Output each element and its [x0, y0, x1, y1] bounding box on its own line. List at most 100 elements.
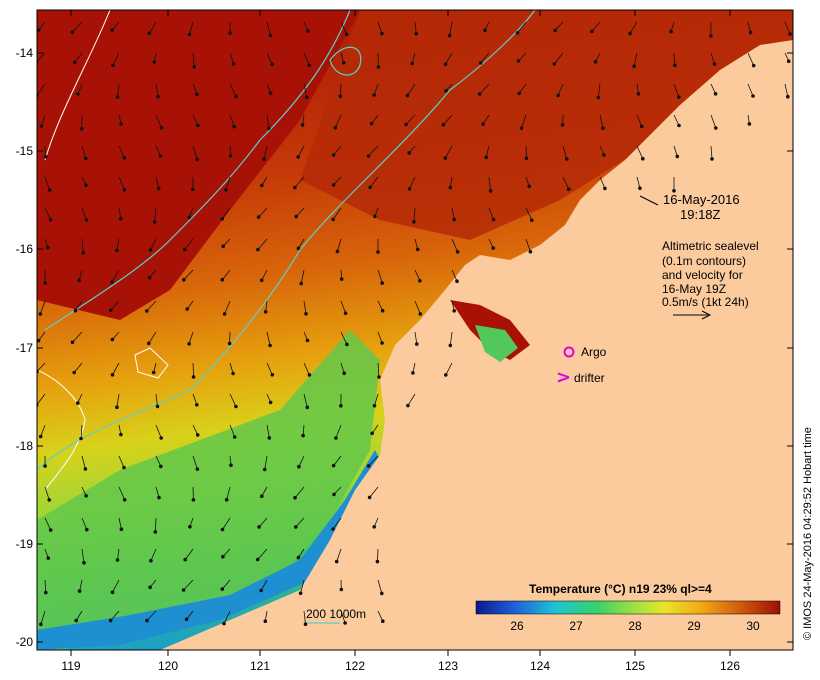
legend-line-1: Altimetric sealevel: [662, 239, 759, 253]
velocity-vector-head: [267, 436, 272, 440]
velocity-vector-head: [407, 187, 412, 191]
velocity-vector-head: [183, 557, 188, 562]
velocity-vector-head: [332, 492, 336, 497]
velocity-vector-head: [380, 341, 384, 345]
velocity-vector-head: [786, 59, 791, 63]
velocity-vector-head: [517, 91, 521, 96]
velocity-vector-head: [491, 217, 496, 222]
velocity-vector-head: [76, 92, 80, 96]
velocity-vector-head: [268, 343, 272, 348]
velocity-vector-head: [564, 157, 569, 161]
velocity-vector-head: [156, 94, 160, 99]
legend-line-3: and velocity for: [662, 268, 743, 282]
velocity-vector-head: [79, 127, 84, 131]
velocity-vector-head: [366, 154, 371, 158]
velocity-vector-head: [334, 559, 339, 564]
velocity-vector-head: [259, 278, 264, 283]
velocity-vector-head: [257, 525, 261, 529]
velocity-vector-head: [122, 156, 127, 160]
velocity-vector-head: [377, 375, 381, 379]
velocity-vector-head: [147, 341, 151, 346]
velocity-vector-head: [477, 92, 482, 96]
velocity-vector-head: [119, 432, 123, 437]
colorbar-tick-27: 27: [569, 619, 583, 633]
velocity-vector-head: [185, 307, 190, 311]
velocity-vector-head: [339, 403, 343, 408]
velocity-vector-head: [304, 311, 308, 316]
velocity-vector-head: [710, 157, 714, 161]
velocity-vector-head: [153, 530, 158, 534]
velocity-vector-head: [368, 185, 372, 190]
velocity-vector-head: [414, 342, 419, 346]
velocity-vector-head: [301, 433, 305, 438]
velocity-vector-head: [115, 248, 119, 253]
velocity-vector-head: [331, 183, 336, 187]
y-tick-17: -17: [16, 341, 34, 355]
velocity-vector-head: [305, 405, 310, 410]
velocity-vector-head: [556, 93, 560, 98]
velocity-vector-head: [48, 528, 53, 532]
velocity-vector-head: [220, 277, 225, 282]
velocity-vector-head: [151, 370, 156, 375]
velocity-vector-head: [603, 186, 607, 191]
velocity-vector-head: [483, 28, 487, 33]
velocity-vector-head: [375, 559, 380, 564]
velocity-vector-head: [443, 62, 448, 67]
velocity-vector-head: [231, 62, 236, 66]
velocity-vector-head: [334, 436, 338, 440]
velocity-vector-head: [48, 218, 53, 222]
bathy-scale-label: 200 1000m: [306, 607, 366, 621]
velocity-vector-head: [43, 154, 48, 159]
velocity-vector-head: [297, 464, 301, 469]
velocity-vector-head: [590, 29, 594, 34]
velocity-vector-head: [195, 157, 199, 162]
velocity-vector-head: [552, 62, 557, 66]
velocity-vector-head: [43, 281, 47, 285]
velocity-vector-head: [602, 153, 606, 157]
velocity-vector-head: [38, 434, 43, 439]
velocity-vector-head: [296, 246, 301, 251]
velocity-vector-head: [158, 154, 163, 158]
velocity-vector-head: [188, 524, 192, 529]
velocity-vector-head: [39, 622, 43, 627]
legend-line-4: 16-May 19Z: [662, 282, 726, 296]
velocity-vector-head: [478, 61, 483, 65]
legend-line-2: (0.1m contours): [662, 254, 746, 268]
velocity-vector-head: [191, 375, 196, 379]
velocity-vector-head: [638, 186, 642, 191]
velocity-vector-head: [222, 312, 227, 316]
velocity-vector-head: [195, 433, 200, 437]
date-label: 16-May-2016: [663, 192, 740, 207]
velocity-vector-head: [85, 527, 89, 532]
velocity-vector-head: [677, 123, 681, 128]
velocity-vector-head: [636, 92, 641, 96]
velocity-vector-head: [298, 591, 303, 595]
colorbar-title: Temperature (°C) n19 23% ql>=4: [529, 582, 712, 596]
velocity-vector-head: [293, 525, 298, 529]
velocity-vector-head: [46, 556, 51, 560]
velocity-vector-head: [195, 92, 199, 96]
velocity-vector-head: [255, 557, 260, 562]
velocity-vector-head: [527, 184, 531, 189]
velocity-vector-head: [455, 250, 460, 254]
velocity-vector-head: [159, 464, 163, 469]
velocity-vector-head: [713, 92, 718, 96]
velocity-vector-head: [560, 123, 565, 127]
velocity-vector-head: [747, 122, 752, 126]
velocity-vector-head: [333, 126, 338, 130]
velocity-vector-head: [83, 467, 88, 471]
velocity-vector-head: [481, 122, 485, 126]
velocity-vector-head: [222, 621, 226, 626]
velocity-vector-head: [229, 463, 233, 468]
velocity-vector-head: [529, 218, 534, 223]
velocity-vector-head: [73, 308, 78, 313]
velocity-vector: [525, 145, 527, 159]
velocity-vector-head: [404, 122, 408, 127]
velocity-vector-head: [370, 431, 375, 436]
velocity-vector-head: [411, 371, 415, 375]
y-tick-14: -14: [16, 46, 34, 60]
velocity-vector-head: [447, 33, 452, 38]
velocity-vector-head: [184, 617, 189, 622]
velocity-vector-head: [448, 343, 453, 348]
velocity-vector-head: [77, 278, 81, 283]
